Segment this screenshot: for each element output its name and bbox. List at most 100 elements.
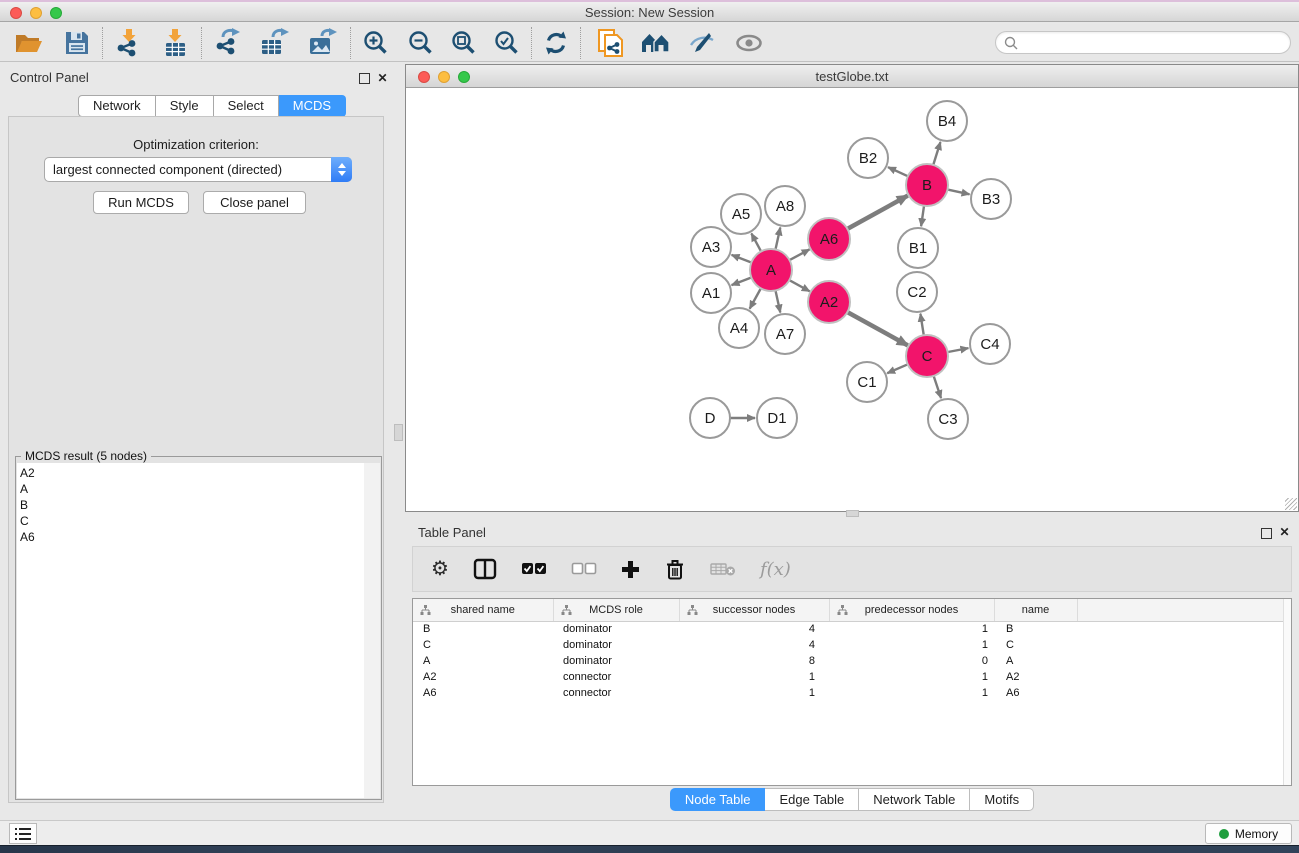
run-mcds-button[interactable]: Run MCDS (93, 191, 189, 214)
apply-layout-button[interactable] (542, 27, 570, 59)
function-builder-button[interactable]: f(x) (760, 554, 791, 584)
hide-selected-button[interactable] (687, 27, 719, 59)
window-resize-grip[interactable] (1285, 498, 1297, 510)
vertical-splitter-handle[interactable] (394, 424, 403, 441)
zoom-selected-button[interactable] (492, 27, 521, 59)
result-item[interactable]: A6 (20, 529, 364, 545)
result-item[interactable]: B (20, 497, 364, 513)
graph-edge-B-B3[interactable] (947, 189, 970, 194)
graph-node-B2[interactable]: B2 (848, 138, 888, 178)
control-panel-close-button[interactable]: ✕ (377, 73, 388, 84)
network-window-titlebar[interactable]: testGlobe.txt (406, 65, 1298, 88)
result-list-scrollbar[interactable] (364, 463, 380, 798)
graph-node-A3[interactable]: A3 (691, 227, 731, 267)
column-header-name[interactable]: name (994, 599, 1077, 621)
graph-node-A[interactable]: A (750, 249, 792, 291)
graph-edge-A-A7[interactable] (775, 290, 780, 313)
horizontal-splitter-handle[interactable] (846, 510, 859, 517)
result-item[interactable]: C (20, 513, 364, 529)
tab-edge-table[interactable]: Edge Table (765, 788, 859, 811)
table-row[interactable]: C dominator 4 1 C (413, 637, 1284, 653)
graph-node-B4[interactable]: B4 (927, 101, 967, 141)
graph-node-A4[interactable]: A4 (719, 308, 759, 348)
task-history-button[interactable] (9, 823, 37, 844)
table-row[interactable]: A2 connector 1 1 A2 (413, 669, 1284, 685)
zoom-out-button[interactable] (406, 27, 435, 59)
export-image-button[interactable] (306, 27, 340, 59)
graph-node-D[interactable]: D (690, 398, 730, 438)
graph-node-B3[interactable]: B3 (971, 179, 1011, 219)
graph-edge-A2-C[interactable] (847, 312, 908, 346)
graph-node-C2[interactable]: C2 (897, 272, 937, 312)
import-table-button[interactable] (160, 27, 191, 59)
column-layout-button[interactable] (473, 554, 497, 584)
export-table-button[interactable] (258, 27, 292, 59)
column-header-mcds-role[interactable]: MCDS role (553, 599, 679, 621)
tab-motifs[interactable]: Motifs (970, 788, 1034, 811)
graph-edge-C-C2[interactable] (920, 314, 924, 337)
save-session-button[interactable] (62, 27, 92, 59)
tab-select[interactable]: Select (214, 95, 279, 117)
table-row[interactable]: A6 connector 1 1 A6 (413, 685, 1284, 701)
search-input[interactable] (995, 31, 1291, 54)
graph-edge-C-C3[interactable] (933, 375, 941, 398)
result-item[interactable]: A2 (20, 465, 364, 481)
graph-edge-A-A2[interactable] (789, 280, 810, 292)
graph-edge-A-A4[interactable] (750, 288, 762, 309)
graph-edge-B-B2[interactable] (888, 167, 909, 177)
graph-node-D1[interactable]: D1 (757, 398, 797, 438)
graph-edge-C-C4[interactable] (947, 348, 969, 352)
deselect-all-button[interactable] (571, 554, 597, 584)
table-scrollbar[interactable] (1283, 599, 1291, 785)
table-panel-float-button[interactable] (1261, 528, 1272, 539)
zoom-in-button[interactable] (361, 27, 390, 59)
duplicate-network-button[interactable] (595, 27, 627, 59)
table-settings-button[interactable]: ⚙ (431, 554, 449, 584)
graph-node-A2[interactable]: A2 (808, 281, 850, 323)
control-panel-float-button[interactable] (359, 73, 370, 84)
graph-node-B[interactable]: B (906, 164, 948, 206)
graph-edge-A-A8[interactable] (775, 227, 780, 250)
first-neighbors-button[interactable] (639, 27, 673, 59)
network-canvas[interactable]: B4 B2 B B3 A8A5 A6 A3 B1 A A1 C2 A2 A4A7 C4 C C1 C3 D D1 (406, 88, 1298, 511)
graph-node-A5[interactable]: A5 (721, 194, 761, 234)
export-network-button[interactable] (212, 27, 244, 59)
network-graph[interactable]: B4 B2 B B3 A8A5 A6 A3 B1 A A1 C2 A2 A4A7 C4 C C1 C3 D D1 (406, 88, 1298, 511)
create-column-button[interactable] (621, 554, 640, 584)
graph-node-C1[interactable]: C1 (847, 362, 887, 402)
graph-node-A6[interactable]: A6 (808, 218, 850, 260)
search-text-field[interactable] (1018, 34, 1290, 52)
tab-network-table[interactable]: Network Table (859, 788, 970, 811)
graph-edge-A-A5[interactable] (751, 233, 761, 252)
select-all-button[interactable] (521, 554, 547, 584)
tab-style[interactable]: Style (156, 95, 214, 117)
graph-edge-A6-B[interactable] (847, 196, 908, 230)
import-network-button[interactable] (113, 27, 144, 59)
delete-column-button[interactable] (664, 554, 686, 584)
open-session-button[interactable] (12, 27, 46, 59)
column-header-shared-name[interactable]: shared name (413, 599, 553, 621)
zoom-fit-button[interactable] (449, 27, 478, 59)
graph-edge-A-A6[interactable] (789, 249, 810, 260)
close-panel-button[interactable]: Close panel (203, 191, 306, 214)
column-header-successor-nodes[interactable]: successor nodes (679, 599, 829, 621)
graph-node-C[interactable]: C (906, 335, 948, 377)
tab-node-table[interactable]: Node Table (670, 788, 766, 811)
graph-node-A7[interactable]: A7 (765, 314, 805, 354)
graph-node-B1[interactable]: B1 (898, 228, 938, 268)
graph-edge-B-B1[interactable] (921, 205, 924, 226)
graph-node-A1[interactable]: A1 (691, 273, 731, 313)
graph-edge-A-A1[interactable] (732, 277, 753, 285)
graph-edge-B-B4[interactable] (933, 142, 940, 166)
graph-node-A8[interactable]: A8 (765, 186, 805, 226)
memory-button[interactable]: Memory (1205, 823, 1292, 844)
graph-edge-A-A3[interactable] (732, 255, 753, 263)
criterion-dropdown[interactable]: largest connected component (directed) (44, 157, 352, 182)
graph-edge-C-C1[interactable] (887, 364, 908, 373)
result-item[interactable]: A (20, 481, 364, 497)
table-row[interactable]: A dominator 8 0 A (413, 653, 1284, 669)
column-header-predecessor-nodes[interactable]: predecessor nodes (829, 599, 994, 621)
graph-node-C3[interactable]: C3 (928, 399, 968, 439)
graph-node-C4[interactable]: C4 (970, 324, 1010, 364)
tab-mcds[interactable]: MCDS (279, 95, 346, 117)
